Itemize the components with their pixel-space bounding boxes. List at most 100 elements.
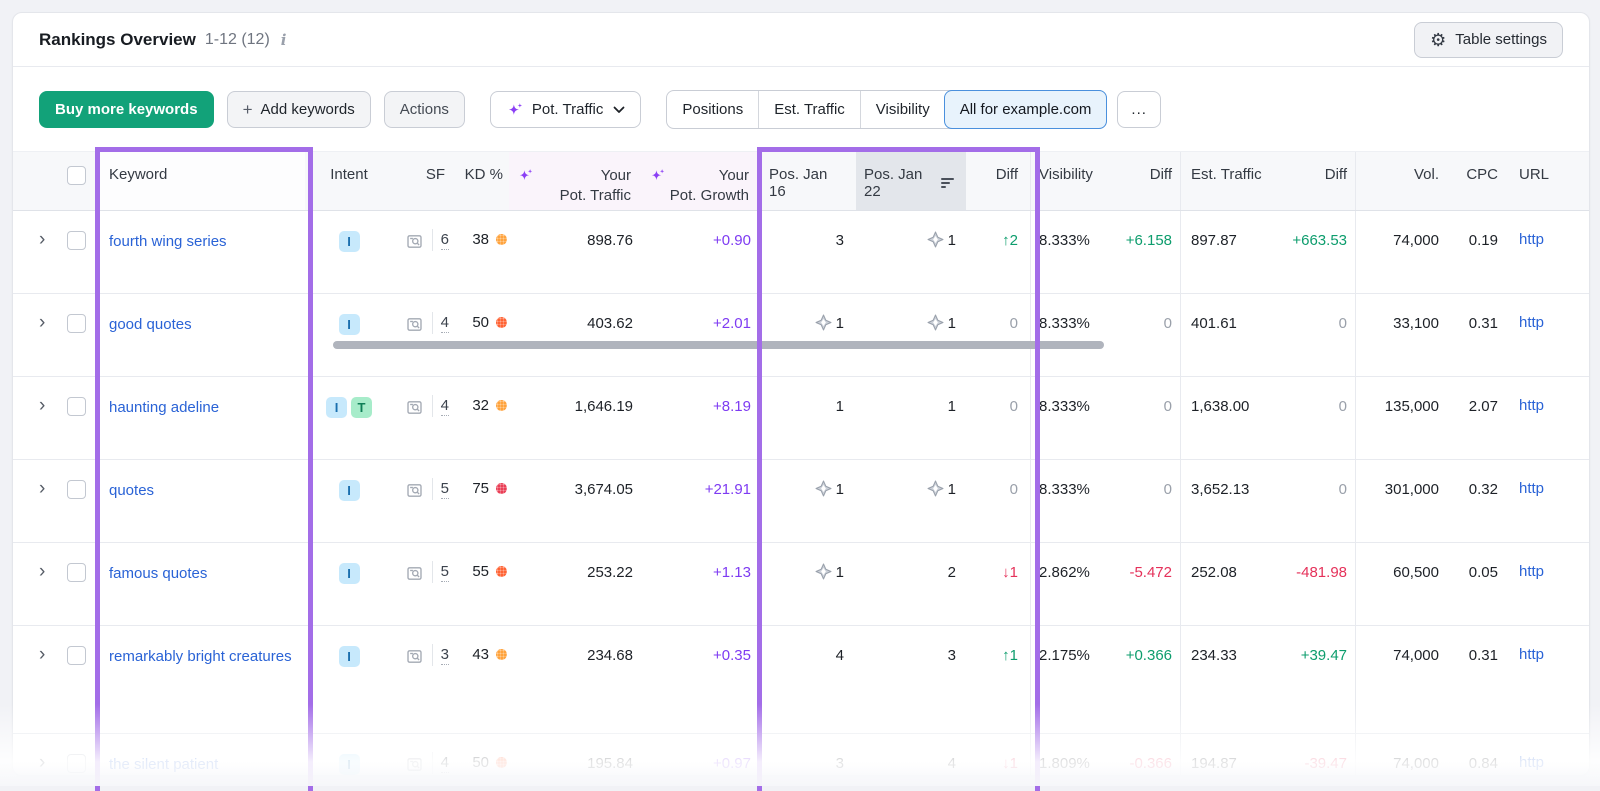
pos-jan22-value: 3 [948, 646, 956, 666]
serp-features-icon[interactable] [405, 398, 424, 417]
est-traffic-diff-value: 0 [1339, 397, 1347, 417]
intent-badge-I: I [339, 314, 360, 335]
url-link[interactable]: http [1519, 480, 1544, 497]
url-link[interactable]: http [1519, 397, 1544, 414]
ai-sparkle-icon [649, 166, 666, 206]
intent-badge-I: I [339, 754, 360, 775]
keyword-link[interactable]: remarkably bright creatures [109, 646, 292, 667]
est-traffic-value: 252.08 [1191, 563, 1237, 583]
keyword-link[interactable]: quotes [109, 480, 154, 501]
row-expander-icon[interactable]: › [39, 562, 45, 581]
row-checkbox[interactable] [67, 754, 86, 773]
est-traffic-diff-value: +39.47 [1301, 646, 1347, 666]
serp-feature-position-icon [814, 562, 833, 581]
sf-count[interactable]: 6 [441, 231, 449, 250]
volume-value: 60,500 [1393, 563, 1439, 583]
tab-positions[interactable]: Positions [667, 91, 758, 128]
more-tabs-button[interactable]: ... [1117, 91, 1161, 128]
visibility-value: 1.809% [1039, 754, 1090, 774]
url-link[interactable]: http [1519, 563, 1544, 580]
column-header-intent[interactable]: Intent [305, 152, 393, 210]
row-checkbox[interactable] [67, 480, 86, 499]
pot-traffic-value: 898.76 [587, 231, 633, 251]
sf-count[interactable]: 5 [441, 480, 449, 499]
table-row: ›remarkably bright creaturesI343234.68+0… [13, 626, 1589, 734]
sf-count[interactable]: 4 [441, 314, 449, 333]
metric-dropdown[interactable]: Pot. Traffic [490, 91, 641, 128]
visibility-value: 8.333% [1039, 314, 1090, 334]
table-settings-label: Table settings [1455, 31, 1547, 48]
keyword-link[interactable]: good quotes [109, 314, 192, 335]
url-link[interactable]: http [1519, 646, 1544, 663]
select-all-checkbox[interactable] [67, 166, 86, 185]
row-checkbox[interactable] [67, 397, 86, 416]
pos-diff-value: 0 [1010, 314, 1018, 334]
kd-value: 50 [472, 314, 489, 331]
keyword-link[interactable]: fourth wing series [109, 231, 227, 252]
row-expander-icon[interactable]: › [39, 313, 45, 332]
row-expander-icon[interactable]: › [39, 396, 45, 415]
add-keywords-button[interactable]: + Add keywords [227, 91, 371, 128]
keyword-link[interactable]: the silent patient [109, 754, 218, 775]
tab-visibility[interactable]: Visibility [860, 91, 945, 128]
serp-feature-position-icon [814, 313, 833, 332]
serp-features-icon[interactable] [405, 315, 424, 334]
pot-growth-value: +21.91 [705, 480, 751, 500]
column-header-pos-diff[interactable]: Diff [966, 152, 1031, 210]
keyword-link[interactable]: haunting adeline [109, 397, 219, 418]
row-checkbox[interactable] [67, 646, 86, 665]
column-header-cpc[interactable]: CPC [1445, 152, 1502, 210]
row-expander-icon[interactable]: › [39, 645, 45, 664]
row-checkbox[interactable] [67, 231, 86, 250]
row-expander-icon[interactable]: › [39, 230, 45, 249]
row-expander-icon[interactable]: › [39, 479, 45, 498]
info-icon[interactable]: i [281, 31, 287, 49]
url-link[interactable]: http [1519, 231, 1544, 248]
column-header-pos-jan22[interactable]: Pos. Jan 22 [856, 152, 966, 210]
toolbar: Buy more keywords + Add keywords Actions… [13, 67, 1589, 151]
row-checkbox[interactable] [67, 314, 86, 333]
table-settings-button[interactable]: ⚙ Table settings [1414, 22, 1563, 58]
column-header-pot-traffic[interactable]: Your Pot. Traffic [509, 152, 641, 210]
row-expander-icon[interactable]: › [39, 753, 45, 772]
actions-button[interactable]: Actions [384, 91, 465, 128]
column-header-pos-jan16[interactable]: Pos. Jan 16 [759, 152, 856, 210]
column-header-pot-growth[interactable]: Your Pot. Growth [641, 152, 759, 210]
column-header-visibility[interactable]: Visibility [1031, 152, 1106, 210]
column-header-volume[interactable]: Vol. [1356, 152, 1445, 210]
column-header-kd[interactable]: KD % [453, 152, 509, 210]
kd-difficulty-dot [496, 566, 507, 577]
url-link[interactable]: http [1519, 754, 1544, 771]
pot-traffic-value: 403.62 [587, 314, 633, 334]
pos-diff-value: 0 [1010, 480, 1018, 500]
sf-count[interactable]: 3 [441, 646, 449, 665]
column-header-visibility-diff[interactable]: Diff [1106, 152, 1181, 210]
sf-count[interactable]: 5 [441, 563, 449, 582]
column-header-est-traffic[interactable]: Est. Traffic [1181, 152, 1278, 210]
column-header-url[interactable]: URL [1502, 152, 1589, 210]
pot-traffic-value: 195.84 [587, 754, 633, 774]
column-header-est-traffic-diff[interactable]: Diff [1278, 152, 1356, 210]
serp-features-icon[interactable] [405, 481, 424, 500]
add-keywords-label: Add keywords [261, 101, 355, 118]
keyword-link[interactable]: famous quotes [109, 563, 207, 584]
url-link[interactable]: http [1519, 314, 1544, 331]
pos-diff-value: ↓1 [1002, 563, 1018, 583]
column-header-sf[interactable]: SF [393, 152, 453, 210]
buy-more-keywords-button[interactable]: Buy more keywords [39, 91, 214, 128]
sf-count[interactable]: 4 [441, 754, 449, 773]
serp-features-icon[interactable] [405, 564, 424, 583]
sf-count[interactable]: 4 [441, 397, 449, 416]
kd-value: 50 [472, 754, 489, 771]
row-checkbox[interactable] [67, 563, 86, 582]
serp-features-icon[interactable] [405, 647, 424, 666]
kd-value: 43 [472, 646, 489, 663]
serp-features-icon[interactable] [405, 755, 424, 774]
tab-est-traffic[interactable]: Est. Traffic [758, 91, 860, 128]
horizontal-scrollbar-thumb[interactable] [333, 341, 1104, 349]
column-header-keyword[interactable]: Keyword [97, 152, 305, 210]
serp-features-icon[interactable] [405, 232, 424, 251]
tab-all-for-domain[interactable]: All for example.com [944, 90, 1108, 129]
kd-difficulty-dot [496, 649, 507, 660]
volume-value: 74,000 [1393, 231, 1439, 251]
